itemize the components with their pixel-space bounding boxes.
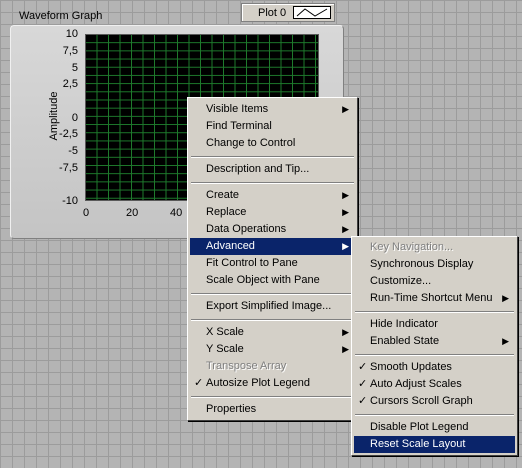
menu-item-enabled-state[interactable]: Enabled State ▶: [354, 333, 515, 350]
menu-item-transpose-array: Transpose Array: [190, 358, 355, 375]
menu-separator: [191, 396, 354, 398]
y-tick: 0: [71, 112, 78, 124]
menu-item-label: Synchronous Display: [370, 258, 474, 270]
menu-item-properties[interactable]: Properties: [190, 401, 355, 418]
menu-separator: [355, 414, 514, 416]
menu-item-auto-adjust-scales[interactable]: ✓ Auto Adjust Scales: [354, 376, 515, 393]
menu-item-fit-control-to-pane[interactable]: Fit Control to Pane: [190, 255, 355, 272]
menu-item-label: Replace: [206, 206, 247, 218]
menu-item-label: Fit Control to Pane: [206, 257, 298, 269]
menu-item-disable-plot-legend[interactable]: Disable Plot Legend: [354, 419, 515, 436]
y-tick: -7,5: [59, 162, 78, 174]
menu-item-cursors-scroll-graph[interactable]: ✓ Cursors Scroll Graph: [354, 393, 515, 410]
submenu-arrow-icon: ▶: [502, 336, 509, 346]
menu-item-autosize-plot-legend[interactable]: ✓ Autosize Plot Legend: [190, 375, 355, 392]
plot-legend[interactable]: Plot 0: [241, 3, 335, 22]
submenu-arrow-icon: ▶: [342, 104, 349, 114]
checkmark-icon: ✓: [194, 377, 204, 389]
menu-item-hide-indicator[interactable]: Hide Indicator: [354, 316, 515, 333]
menu-item-label: Y Scale: [206, 343, 244, 355]
y-tick: -5: [68, 145, 78, 157]
menu-item-label: Hide Indicator: [370, 318, 438, 330]
advanced-submenu: Key Navigation... Synchronous Display Cu…: [351, 236, 518, 456]
y-tick: -2,5: [59, 128, 78, 140]
menu-item-reset-scale-layout[interactable]: Reset Scale Layout: [354, 436, 515, 453]
checkmark-icon: ✓: [358, 378, 368, 390]
menu-item-label: Auto Adjust Scales: [370, 378, 462, 390]
context-menu: Visible Items ▶ Find Terminal Change to …: [187, 97, 358, 421]
menu-item-label: Change to Control: [206, 137, 296, 149]
menu-item-x-scale[interactable]: X Scale ▶: [190, 324, 355, 341]
menu-item-change-to-control[interactable]: Change to Control: [190, 135, 355, 152]
menu-item-label: Reset Scale Layout: [370, 438, 466, 450]
menu-item-visible-items[interactable]: Visible Items ▶: [190, 101, 355, 118]
graph-title: Waveform Graph: [19, 10, 103, 22]
plot-legend-label: Plot 0: [258, 7, 287, 19]
menu-item-label: Find Terminal: [206, 120, 272, 132]
menu-separator: [191, 182, 354, 184]
menu-item-label: Key Navigation...: [370, 241, 454, 253]
y-tick: 10: [65, 28, 78, 40]
submenu-arrow-icon: ▶: [502, 293, 509, 303]
menu-separator: [355, 354, 514, 356]
menu-separator: [355, 311, 514, 313]
menu-item-replace[interactable]: Replace ▶: [190, 204, 355, 221]
menu-item-label: Run-Time Shortcut Menu: [370, 292, 493, 304]
menu-item-label: Customize...: [370, 275, 432, 287]
checkmark-icon: ✓: [358, 361, 368, 373]
checkmark-icon: ✓: [358, 395, 368, 407]
menu-item-label: Cursors Scroll Graph: [370, 395, 473, 407]
submenu-arrow-icon: ▶: [342, 224, 349, 234]
submenu-arrow-icon: ▶: [342, 327, 349, 337]
menu-item-label: X Scale: [206, 326, 244, 338]
menu-separator: [191, 156, 354, 158]
menu-item-synchronous-display[interactable]: Synchronous Display: [354, 256, 515, 273]
menu-item-smooth-updates[interactable]: ✓ Smooth Updates: [354, 359, 515, 376]
y-tick: 7,5: [62, 45, 78, 57]
menu-item-label: Scale Object with Pane: [206, 274, 320, 286]
menu-item-key-navigation: Key Navigation...: [354, 239, 515, 256]
menu-item-label: Disable Plot Legend: [370, 421, 469, 433]
x-tick: 0: [83, 207, 90, 219]
menu-item-description-and-tip[interactable]: Description and Tip...: [190, 161, 355, 178]
menu-item-create[interactable]: Create ▶: [190, 187, 355, 204]
menu-separator: [191, 319, 354, 321]
submenu-arrow-icon: ▶: [342, 190, 349, 200]
menu-item-label: Properties: [206, 403, 257, 415]
menu-item-advanced[interactable]: Advanced ▶: [190, 238, 355, 255]
y-tick: 2,5: [62, 78, 78, 90]
menu-item-find-terminal[interactable]: Find Terminal: [190, 118, 355, 135]
submenu-arrow-icon: ▶: [342, 344, 349, 354]
plot-line-icon[interactable]: [293, 6, 331, 19]
menu-item-label: Transpose Array: [206, 360, 287, 372]
y-tick: 5: [71, 62, 78, 74]
menu-item-label: Export Simplified Image...: [206, 300, 332, 312]
menu-item-label: Visible Items: [206, 103, 269, 115]
x-tick: 40: [170, 207, 183, 219]
menu-item-label: Advanced: [206, 240, 255, 252]
menu-item-label: Autosize Plot Legend: [206, 377, 310, 389]
menu-separator: [191, 293, 354, 295]
menu-item-run-time-shortcut-menu[interactable]: Run-Time Shortcut Menu ▶: [354, 290, 515, 307]
x-tick: 20: [126, 207, 139, 219]
menu-item-label: Smooth Updates: [370, 361, 452, 373]
submenu-arrow-icon: ▶: [342, 207, 349, 217]
menu-item-label: Create: [206, 189, 240, 201]
menu-item-data-operations[interactable]: Data Operations ▶: [190, 221, 355, 238]
menu-item-label: Data Operations: [206, 223, 287, 235]
y-tick: -10: [62, 195, 78, 207]
menu-item-label: Enabled State: [370, 335, 440, 347]
menu-item-scale-object-with-pane[interactable]: Scale Object with Pane: [190, 272, 355, 289]
menu-item-y-scale[interactable]: Y Scale ▶: [190, 341, 355, 358]
menu-item-customize[interactable]: Customize...: [354, 273, 515, 290]
menu-item-label: Description and Tip...: [206, 163, 310, 175]
submenu-arrow-icon: ▶: [342, 241, 349, 251]
menu-item-export-simplified-image[interactable]: Export Simplified Image...: [190, 298, 355, 315]
